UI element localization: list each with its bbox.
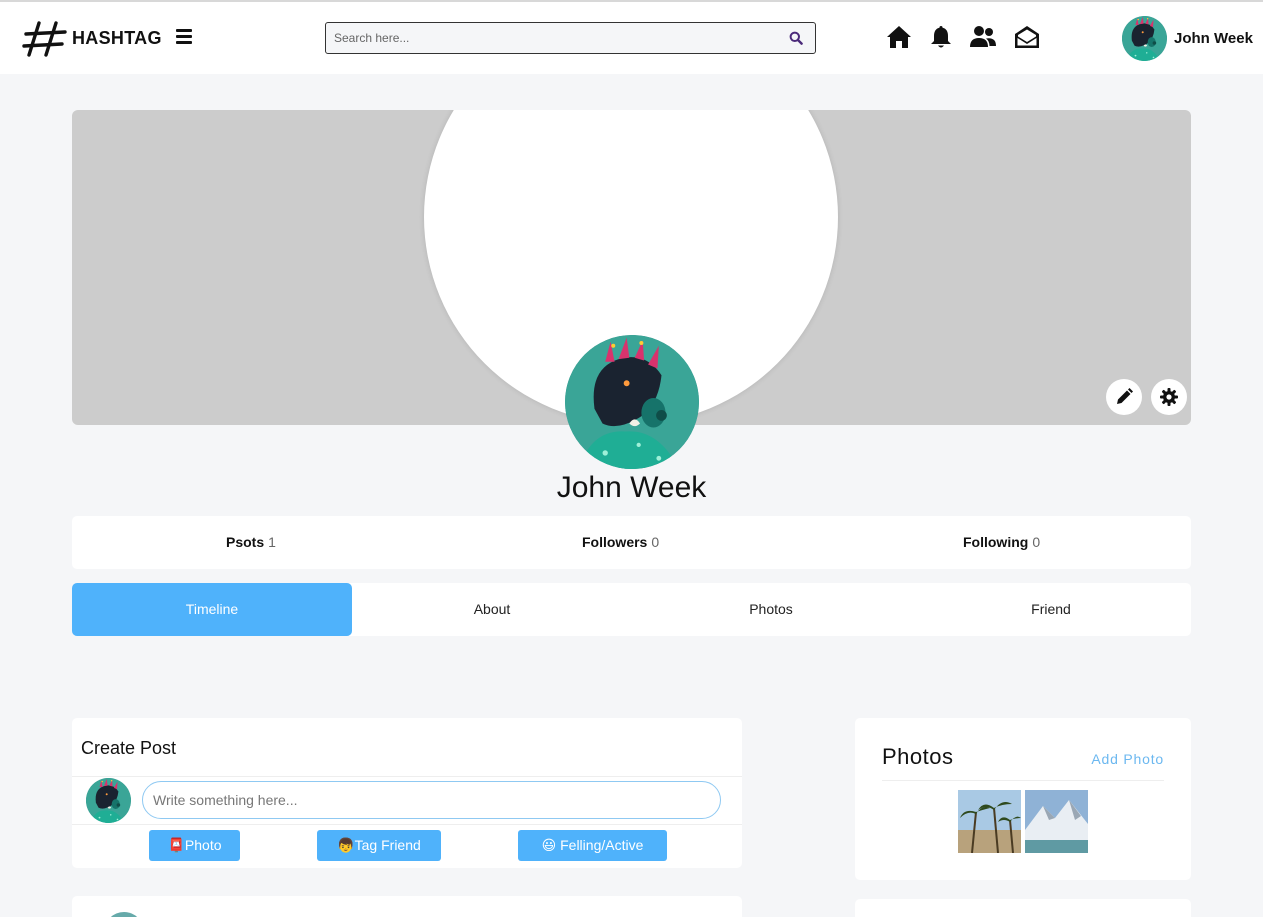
top-navbar: HASHTAG John Week [0,2,1263,74]
tag-friend-button[interactable]: 👦Tag Friend [317,830,441,861]
button-label: Felling/Active [556,837,644,853]
header-user-name[interactable]: John Week [1174,30,1253,47]
button-label: Tag Friend [354,837,421,853]
gear-icon [1160,388,1178,406]
mail-open-icon[interactable] [1014,24,1040,50]
settings-button[interactable] [1151,379,1187,415]
divider [72,824,742,825]
stat-followers[interactable]: Followers 0 [582,534,659,550]
stat-posts[interactable]: Psots 1 [226,534,276,550]
tab-timeline[interactable]: Timeline [72,583,352,636]
stat-label: Following [963,534,1029,550]
hashtag-logo-icon[interactable] [22,20,68,58]
smiley-emoji-icon: 😃 [541,837,557,853]
stat-value: 1 [268,534,276,550]
photo-thumbnail-mountain[interactable] [1025,790,1088,853]
divider [72,776,742,777]
photos-widget: Photos Add Photo [855,718,1191,880]
sidebar-card [855,899,1191,917]
add-photo-button[interactable]: 📮Photo [149,830,240,861]
post-card [72,896,742,917]
app-name[interactable]: HASHTAG [72,28,162,49]
tab-about[interactable]: About [352,583,632,636]
friends-icon[interactable] [969,24,997,50]
edit-cover-button[interactable] [1106,379,1142,415]
menu-toggle-icon[interactable] [176,29,194,45]
boy-emoji-icon: 👦 [337,837,355,853]
search-icon[interactable] [789,31,803,45]
button-label: Photo [184,837,222,853]
search-bar [325,22,816,54]
home-icon[interactable] [886,24,912,50]
profile-name: John Week [556,471,707,504]
tab-photos[interactable]: Photos [631,583,911,636]
post-author-avatar [86,778,131,823]
stat-value: 0 [651,534,660,550]
user-avatar[interactable] [1122,16,1167,61]
postbox-emoji-icon: 📮 [167,837,185,853]
photo-thumbnail-palms[interactable] [958,790,1021,853]
photos-widget-title: Photos [882,744,954,769]
search-input[interactable] [334,23,774,53]
stat-label: Followers [582,534,648,550]
profile-stats: Psots 1 Followers 0 Following 0 [72,516,1191,569]
divider [882,780,1164,781]
bell-icon[interactable] [928,24,954,50]
post-text-input[interactable] [142,781,721,819]
pencil-icon [1117,388,1133,404]
profile-avatar[interactable] [565,335,699,469]
create-post-card: Create Post 📮Photo 👦Tag Friend 😃 Felling… [72,718,742,868]
post-author-avatar [104,912,144,917]
stat-value: 0 [1032,534,1041,550]
add-photo-link[interactable]: Add Photo [1091,751,1164,767]
profile-tabs: Timeline About Photos Friend [72,583,1191,636]
stat-label: Psots [226,534,265,550]
stat-following[interactable]: Following 0 [963,534,1040,550]
feeling-activity-button[interactable]: 😃 Felling/Active [518,830,667,861]
create-post-title: Create Post [81,738,177,758]
tab-friend[interactable]: Friend [911,583,1191,636]
